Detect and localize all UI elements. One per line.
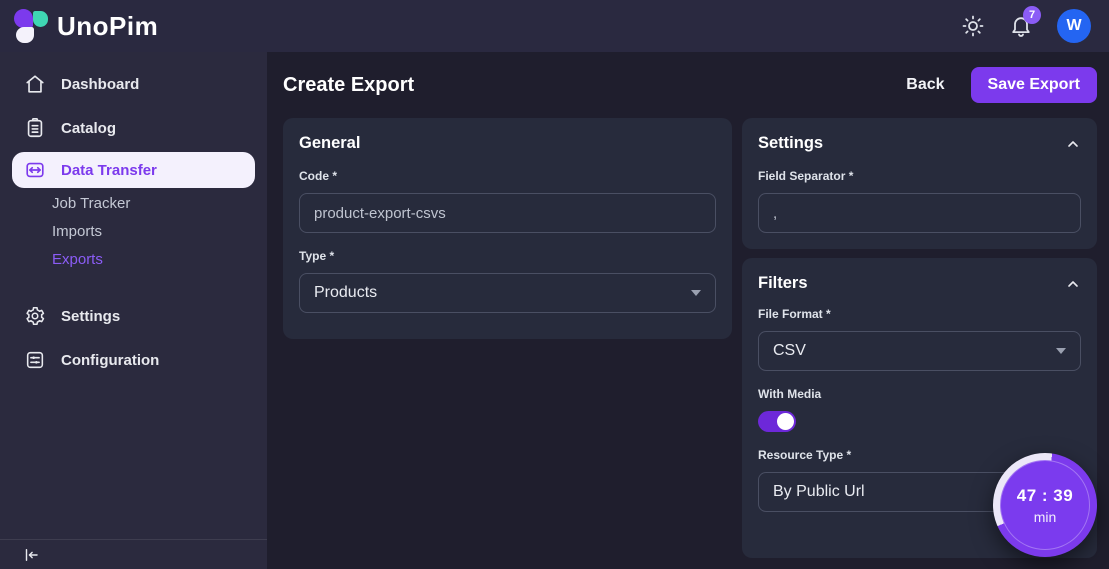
session-timer-face: 47 : 39 min xyxy=(1000,460,1090,550)
file-format-label: File Format * xyxy=(758,307,831,321)
code-input[interactable] xyxy=(299,193,716,233)
sun-icon xyxy=(962,15,984,37)
chevron-down-icon xyxy=(691,290,701,296)
field-separator-input[interactable] xyxy=(758,193,1081,233)
back-button[interactable]: Back xyxy=(906,76,944,94)
sliders-icon xyxy=(24,349,46,371)
save-export-button[interactable]: Save Export xyxy=(970,67,1097,103)
data-transfer-icon xyxy=(24,159,46,181)
chevron-up-icon xyxy=(1068,280,1078,287)
sidebar-item-settings[interactable]: Settings xyxy=(0,294,267,338)
collapse-filters-button[interactable] xyxy=(1065,276,1081,292)
general-card: General Code * Type * Products xyxy=(283,118,732,339)
sidebar-item-label: Dashboard xyxy=(61,75,140,93)
home-icon xyxy=(24,73,46,95)
sidebar-item-label: Data Transfer xyxy=(61,161,157,179)
settings-card: Settings Field Separator * xyxy=(742,118,1097,249)
toggle-knob xyxy=(777,413,794,430)
type-select-value: Products xyxy=(314,284,378,301)
code-label: Code * xyxy=(299,169,338,183)
field-separator-label: Field Separator * xyxy=(758,169,854,183)
sidebar-item-data-transfer[interactable]: Data Transfer xyxy=(12,152,255,188)
main-content: Create Export Back Save Export General C… xyxy=(267,52,1109,569)
file-format-select-value: CSV xyxy=(773,342,806,359)
settings-card-title: Settings xyxy=(758,134,824,152)
sidebar-item-imports[interactable]: Imports xyxy=(0,218,267,246)
type-label: Type * xyxy=(299,249,335,263)
notification-count-badge: 7 xyxy=(1023,6,1041,24)
gear-icon xyxy=(24,305,46,327)
sidebar-item-exports[interactable]: Exports xyxy=(0,246,267,274)
sidebar-item-catalog[interactable]: Catalog xyxy=(0,106,267,150)
filters-card-title: Filters xyxy=(758,274,808,292)
unopim-logo-icon xyxy=(14,9,48,43)
with-media-toggle[interactable] xyxy=(758,411,796,432)
page-title: Create Export xyxy=(283,73,415,96)
collapse-settings-button[interactable] xyxy=(1065,136,1081,152)
notifications-button[interactable]: 7 xyxy=(1009,6,1041,38)
sidebar-footer xyxy=(0,539,267,569)
session-timer[interactable]: 47 : 39 min xyxy=(993,453,1097,557)
sidebar-item-label: Settings xyxy=(61,307,121,325)
sidebar: Dashboard Catalog Data Transfer Job Trac… xyxy=(0,52,267,569)
topbar: UnoPim 7 W xyxy=(0,0,1109,52)
sidebar-item-label: Catalog xyxy=(61,119,117,137)
general-card-title: General xyxy=(299,134,361,152)
chevron-down-icon xyxy=(1056,348,1066,354)
app-name: UnoPim xyxy=(57,10,159,41)
type-select[interactable]: Products xyxy=(299,273,716,313)
sidebar-item-configuration[interactable]: Configuration xyxy=(0,338,267,382)
sidebar-item-job-tracker[interactable]: Job Tracker xyxy=(0,190,267,218)
collapse-left-icon xyxy=(25,548,38,561)
timer-unit: min xyxy=(1033,508,1057,525)
with-media-label: With Media xyxy=(758,387,822,401)
theme-toggle-button[interactable] xyxy=(961,14,985,38)
collapse-sidebar-button[interactable] xyxy=(22,546,40,564)
app-logo[interactable]: UnoPim xyxy=(14,9,158,43)
sidebar-item-dashboard[interactable]: Dashboard xyxy=(0,62,267,106)
page-header: Create Export Back Save Export xyxy=(283,52,1097,118)
resource-type-select-value: By Public Url xyxy=(773,483,865,500)
timer-time: 47 : 39 xyxy=(1016,485,1074,505)
sidebar-item-label: Configuration xyxy=(61,351,160,369)
user-avatar[interactable]: W xyxy=(1057,9,1091,43)
file-format-select[interactable]: CSV xyxy=(758,331,1081,371)
clipboard-icon xyxy=(24,117,46,139)
chevron-up-icon xyxy=(1068,140,1078,147)
